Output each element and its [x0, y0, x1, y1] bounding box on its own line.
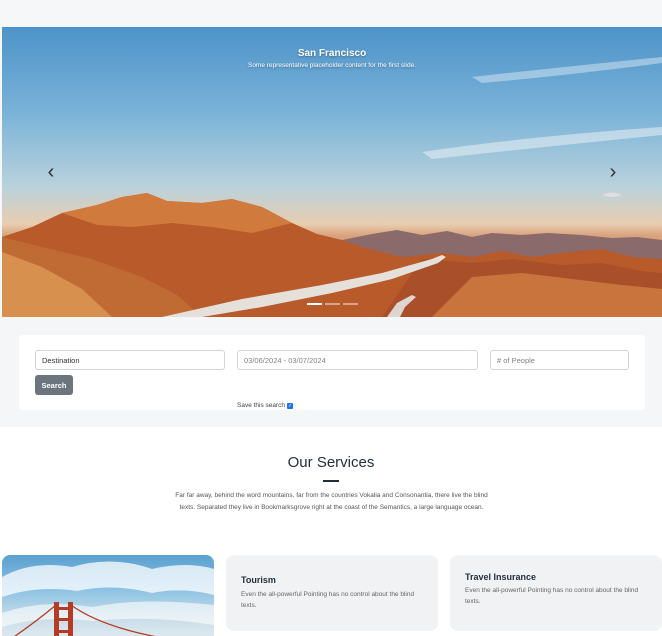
- carousel-indicator[interactable]: [324, 303, 340, 305]
- title-underline: [323, 480, 339, 482]
- date-range-input[interactable]: 03/06/2024 - 03/07/2024: [237, 350, 478, 370]
- carousel-next-button[interactable]: ›: [603, 159, 623, 185]
- hero-carousel: San Francisco Some representative placeh…: [2, 27, 662, 317]
- save-search-option[interactable]: Save this search ✓: [237, 402, 294, 409]
- services-title: Our Services: [287, 454, 375, 471]
- service-card-text: Even the all-powerful Pointing has no co…: [465, 587, 639, 605]
- destination-placeholder: Destination: [42, 355, 80, 365]
- carousel-indicator[interactable]: [342, 303, 358, 305]
- services-description: Far far away, behind the word mountains,…: [175, 492, 488, 511]
- save-search-checkbox[interactable]: ✓: [287, 402, 294, 409]
- service-card-tourism[interactable]: Tourism Even the all-powerful Pointing h…: [226, 555, 438, 631]
- save-search-label: Save this search: [237, 402, 286, 409]
- search-section: Destination 03/06/2024 - 03/07/2024 # of…: [0, 317, 662, 427]
- service-card-title: Tourism: [241, 575, 276, 585]
- golden-gate-image: [2, 555, 214, 636]
- people-placeholder: # of People: [497, 355, 535, 365]
- chevron-left-icon: ‹: [47, 160, 55, 183]
- date-range-value: 03/06/2024 - 03/07/2024: [244, 355, 326, 365]
- service-card-title: Travel Insurance: [465, 572, 537, 582]
- slide-caption: Some representative placeholder content …: [247, 62, 416, 69]
- search-button[interactable]: Search: [35, 375, 73, 395]
- carousel-prev-button[interactable]: ‹: [41, 159, 61, 185]
- service-card-text: Even the all-powerful Pointing has no co…: [241, 591, 415, 609]
- people-count-input[interactable]: # of People: [490, 350, 629, 370]
- service-card-travel-insurance[interactable]: Travel Insurance Even the all-powerful P…: [450, 555, 662, 631]
- search-form: Destination 03/06/2024 - 03/07/2024 # of…: [19, 335, 645, 410]
- destination-input[interactable]: Destination: [35, 350, 225, 370]
- services-section: Our Services Far far away, behind the wo…: [0, 427, 662, 636]
- chevron-right-icon: ›: [609, 160, 617, 183]
- slide-title: San Francisco: [297, 48, 367, 59]
- carousel-indicators: [2, 303, 662, 305]
- carousel-indicator[interactable]: [306, 303, 322, 305]
